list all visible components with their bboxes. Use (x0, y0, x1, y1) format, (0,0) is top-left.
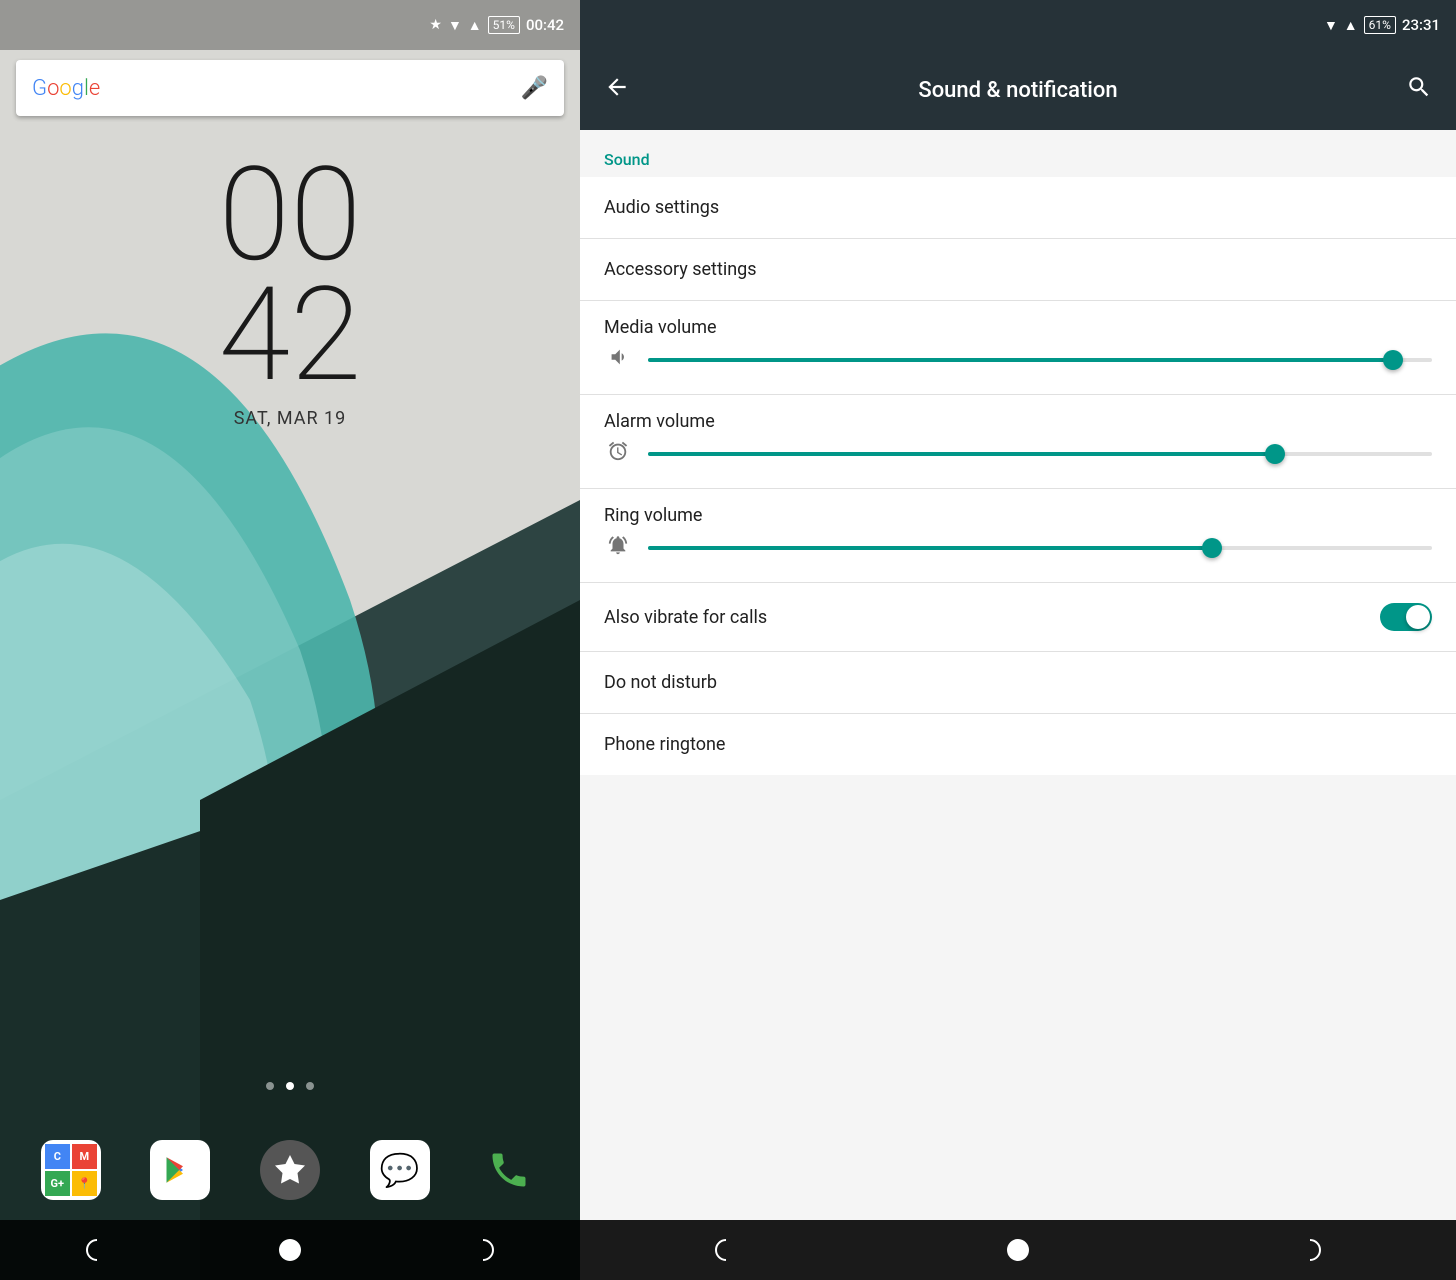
battery-left: 51% (488, 16, 520, 34)
audio-settings-item[interactable]: Audio settings (580, 177, 1456, 239)
vibrate-toggle-label: Also vibrate for calls (604, 607, 1380, 628)
back-button-left[interactable] (82, 1235, 112, 1265)
time-left: 00:42 (526, 16, 564, 34)
ring-volume-item: Ring volume (580, 489, 1456, 583)
alarm-volume-slider[interactable] (648, 444, 1432, 464)
search-button[interactable] (1398, 66, 1440, 114)
page-dots (0, 1082, 580, 1090)
home-button-left[interactable] (275, 1235, 305, 1265)
vibrate-toggle[interactable] (1380, 603, 1432, 631)
clock-widget: 00 42 SAT, MAR 19 (0, 150, 580, 429)
microphone-icon[interactable]: 🎤 (521, 76, 548, 101)
media-volume-slider[interactable] (648, 350, 1432, 370)
ring-volume-icon (604, 534, 632, 562)
bottom-nav-right (580, 1220, 1456, 1280)
accessory-settings-item[interactable]: Accessory settings (580, 239, 1456, 301)
app-phone[interactable] (479, 1140, 539, 1200)
app-launcher[interactable] (260, 1140, 320, 1200)
section-sound-header: Sound (580, 130, 1456, 177)
app-google-folder[interactable]: C M G+ 📍 (41, 1140, 101, 1200)
time-right: 23:31 (1402, 16, 1440, 34)
app-play-store[interactable] (150, 1140, 210, 1200)
media-volume-item: Media volume (580, 301, 1456, 395)
wifi-icon-right: ▼ (1324, 17, 1338, 34)
left-panel: ★ ▼ ▲ 51% 00:42 Google 🎤 00 42 SAT, MAR … (0, 0, 580, 1280)
settings-content: Sound Audio settings Accessory settings … (580, 130, 1456, 1220)
media-volume-label: Media volume (604, 317, 1432, 338)
home-button-nav-right[interactable] (1003, 1235, 1033, 1265)
alarm-volume-label: Alarm volume (604, 411, 1432, 432)
phone-ringtone-item[interactable]: Phone ringtone (580, 714, 1456, 775)
page-dot-2[interactable] (286, 1082, 294, 1090)
signal-icon-right: ▲ (1344, 17, 1358, 34)
status-bar-left: ★ ▼ ▲ 51% 00:42 (0, 0, 580, 50)
accessory-settings-label: Accessory settings (604, 259, 1432, 280)
app-bar-title: Sound & notification (638, 78, 1398, 103)
page-dot-3[interactable] (306, 1082, 314, 1090)
status-bar-right: ▼ ▲ 61% 23:31 (580, 0, 1456, 50)
media-volume-icon (604, 346, 632, 374)
alarm-volume-item: Alarm volume (580, 395, 1456, 489)
wifi-icon: ▼ (448, 17, 462, 34)
back-button-nav-right[interactable] (711, 1235, 741, 1265)
bottom-nav-left (0, 1220, 580, 1280)
google-search-bar[interactable]: Google 🎤 (16, 60, 564, 116)
do-not-disturb-item[interactable]: Do not disturb (580, 652, 1456, 714)
phone-ringtone-label: Phone ringtone (604, 734, 1432, 755)
alarm-volume-icon (604, 440, 632, 468)
signal-icon: ▲ (468, 17, 482, 34)
toggle-thumb (1406, 605, 1430, 629)
recents-button-left[interactable] (468, 1235, 498, 1265)
app-dock: C M G+ 📍 💬 (16, 1140, 564, 1200)
app-bar: Sound & notification (580, 50, 1456, 130)
ring-volume-label: Ring volume (604, 505, 1432, 526)
audio-settings-label: Audio settings (604, 197, 1432, 218)
vibrate-toggle-item: Also vibrate for calls (580, 583, 1456, 652)
recents-button-nav-right[interactable] (1295, 1235, 1325, 1265)
right-panel: ▼ ▲ 61% 23:31 Sound & notification Sound… (580, 0, 1456, 1280)
clock-date: SAT, MAR 19 (234, 408, 347, 429)
star-icon: ★ (429, 17, 442, 33)
ring-volume-slider[interactable] (648, 538, 1432, 558)
app-messaging[interactable]: 💬 (370, 1140, 430, 1200)
google-logo: Google (32, 76, 100, 101)
do-not-disturb-label: Do not disturb (604, 672, 1432, 693)
back-button-right[interactable] (596, 66, 638, 114)
battery-right: 61% (1364, 16, 1396, 34)
clock-minutes: 42 (218, 270, 361, 400)
page-dot-1[interactable] (266, 1082, 274, 1090)
